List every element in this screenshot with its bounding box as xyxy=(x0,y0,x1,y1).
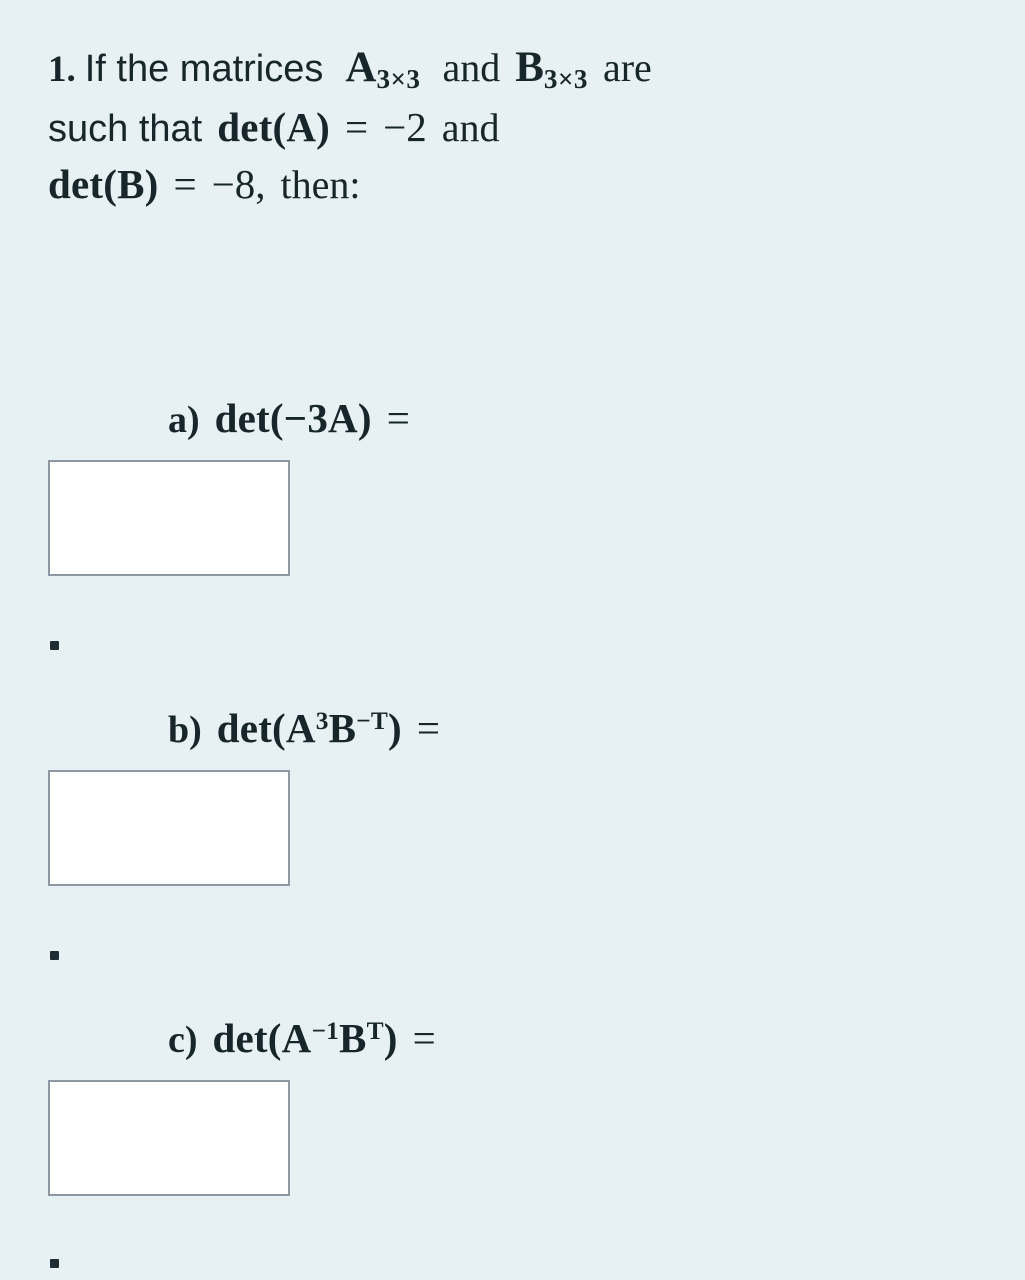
question-number: 1. xyxy=(48,49,76,90)
det-b-expression: det(B) xyxy=(48,160,159,207)
exercise-page: 1. If the matrices A3×3 and B3×3 are such tha… xyxy=(0,0,1025,1280)
matrix-b-letter: B xyxy=(515,44,544,91)
part-a-det-close: ) xyxy=(357,395,372,441)
part-c-equals: = xyxy=(412,1015,436,1061)
part-b-answer-input[interactable] xyxy=(48,770,290,886)
part-b-exponent-b: −T xyxy=(356,706,388,735)
matrix-b-subscript: 3×3 xyxy=(543,64,588,95)
question-line-3: det(B) = −8, then: xyxy=(48,157,1008,212)
part-b-base-a: A xyxy=(285,705,316,751)
part-c-det-open: det( xyxy=(212,1015,282,1061)
question-text-are: are xyxy=(602,45,652,90)
part-b-period-mark xyxy=(50,951,59,960)
part-b-det-close: ) xyxy=(388,705,402,751)
part-a-letter: a) xyxy=(168,399,200,441)
question-text-then: then: xyxy=(280,161,361,207)
conjunction-and-2: and xyxy=(441,104,500,150)
part-b-letter: b) xyxy=(168,709,202,751)
det-a-value: −2 xyxy=(383,103,427,150)
question-line-2: such that det(A) = −2 and xyxy=(48,100,1008,155)
part-c-answer-input[interactable] xyxy=(48,1080,290,1196)
part-a-expression: det(−3A) xyxy=(215,395,372,441)
part-c-label: c) det(A−1BT) = xyxy=(168,1015,436,1061)
question-text-intro: If the matrices xyxy=(84,48,324,90)
part-b-exponent-a: 3 xyxy=(315,706,329,735)
equals-sign-det-a: = xyxy=(345,103,369,150)
part-c-det-close: ) xyxy=(383,1015,398,1061)
part-b-label: b) det(A3B−T) = xyxy=(168,705,440,751)
part-c-expression: det(A−1BT) xyxy=(213,1015,398,1061)
part-a-argument: −3A xyxy=(283,395,358,441)
part-a-period-mark xyxy=(50,641,59,650)
matrix-a-subscript: 3×3 xyxy=(376,64,421,95)
part-b-expression: det(A3B−T) xyxy=(217,705,402,751)
matrix-b-symbol: B3×3 xyxy=(515,44,588,95)
part-c-base-b: B xyxy=(339,1015,367,1061)
question-stem: 1. If the matrices A3×3 and B3×3 are such tha… xyxy=(48,40,1008,211)
part-c-period-mark xyxy=(50,1259,59,1268)
matrix-a-symbol: A3×3 xyxy=(345,44,421,95)
part-c-exponent-a: −1 xyxy=(311,1016,340,1045)
part-b-equals: = xyxy=(416,705,440,751)
matrix-a-letter: A xyxy=(345,44,377,91)
question-text-such-that: such that xyxy=(48,107,203,150)
equals-sign-det-b: = xyxy=(173,160,197,207)
part-c-exponent-b: T xyxy=(366,1016,384,1045)
part-a-answer-input[interactable] xyxy=(48,460,290,576)
det-a-expression: det(A) xyxy=(217,103,330,150)
part-a-label: a) det(−3A) = xyxy=(168,395,410,441)
part-b-det-open: det( xyxy=(216,705,286,751)
conjunction-and-1: and xyxy=(442,45,501,90)
part-c-letter: c) xyxy=(168,1019,198,1061)
part-a-equals: = xyxy=(386,395,410,441)
part-a-det-open: det( xyxy=(214,395,284,441)
part-c-base-a: A xyxy=(281,1015,312,1061)
part-b-base-b: B xyxy=(328,705,357,751)
det-b-value: −8, xyxy=(211,160,266,207)
question-line-1: 1. If the matrices A3×3 and B3×3 are xyxy=(48,40,1008,98)
